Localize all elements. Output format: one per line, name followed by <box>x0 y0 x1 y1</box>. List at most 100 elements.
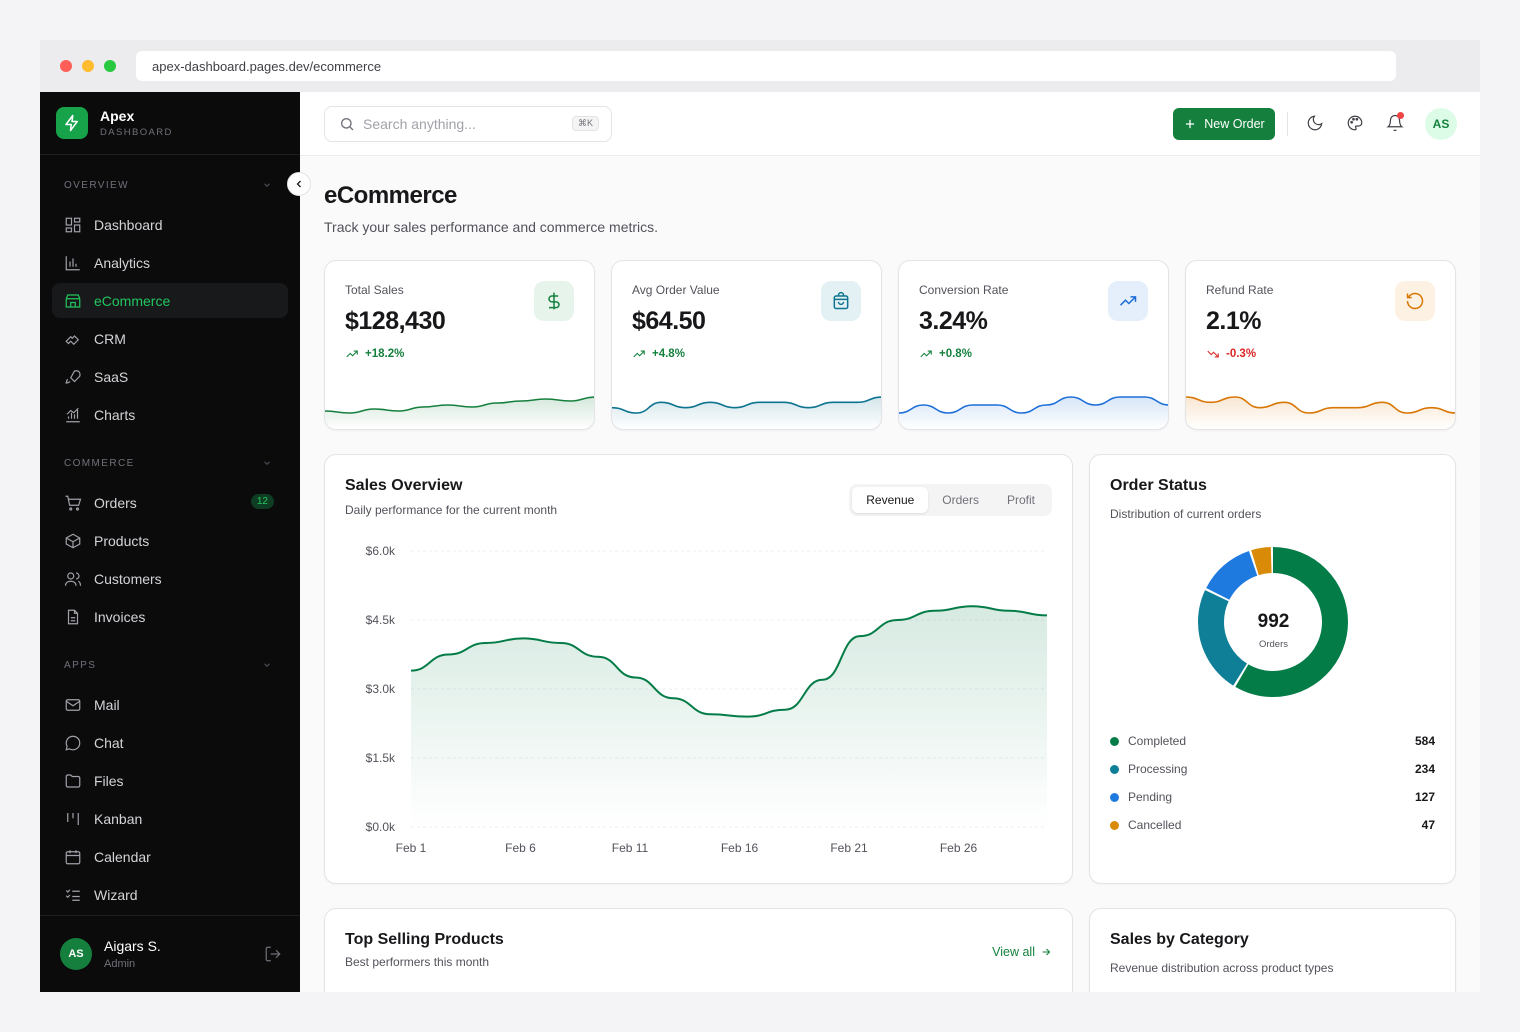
stat-change: +4.8% <box>632 347 685 361</box>
stat-icon-box <box>821 281 861 321</box>
sidebar-item-crm[interactable]: CRM <box>52 321 288 356</box>
trend-up-icon <box>633 350 645 358</box>
x-tick-label: Feb 21 <box>830 841 868 855</box>
sidebar-item-label: Chat <box>94 734 124 751</box>
sidebar-item-invoices[interactable]: Invoices <box>52 599 288 634</box>
section-title: APPS <box>64 659 97 671</box>
legend-label: Processing <box>1128 762 1188 776</box>
sidebar-item-ecommerce[interactable]: eCommerce <box>52 283 288 318</box>
bar-chart-icon <box>65 255 80 270</box>
store-icon <box>65 293 81 308</box>
arrow-right-icon <box>1042 948 1051 956</box>
sidebar-item-analytics[interactable]: Analytics <box>52 245 288 280</box>
stat-card-avg-order-value[interactable]: Avg Order Value $64.50 +4.8% <box>611 260 882 430</box>
moon-icon[interactable] <box>1306 114 1326 134</box>
x-tick-label: Feb 16 <box>721 841 759 855</box>
sidebar-item-customers[interactable]: Customers <box>52 561 288 596</box>
browser-chrome: apex-dashboard.pages.dev/ecommerce <box>40 40 1480 92</box>
sidebar-item-orders[interactable]: Orders 12 <box>52 485 288 520</box>
view-all-label: View all <box>992 945 1035 959</box>
sidebar-item-label: Files <box>94 772 124 789</box>
legend-item-cancelled: Cancelled 47 <box>1110 815 1435 835</box>
search-shortcut: ⌘K <box>571 116 599 131</box>
brand[interactable]: Apex DASHBOARD <box>40 92 300 155</box>
chevron-left-icon <box>296 180 301 188</box>
sales-area-chart: $6.0k $4.5k $3.0k $1.5k $0.0kFeb 1 Feb 6 Feb 1… <box>366 544 1048 855</box>
sidebar-item-charts[interactable]: Charts <box>52 397 288 432</box>
sidebar-item-label: eCommerce <box>94 292 171 309</box>
new-order-button[interactable]: New Order <box>1173 108 1275 140</box>
stat-card-refund-rate[interactable]: Refund Rate 2.1% -0.3% <box>1185 260 1456 430</box>
stat-icon-box <box>1108 281 1148 321</box>
bell-icon[interactable] <box>1386 112 1406 134</box>
browser-window: apex-dashboard.pages.dev/ecommerce Apex … <box>40 40 1480 992</box>
sidebar-nav: OVERVIEW Dashboard Analytics eCommerce C… <box>40 155 300 915</box>
calendar-icon <box>65 849 81 864</box>
handshake-icon <box>65 334 80 345</box>
legend-dot <box>1110 792 1119 802</box>
section-title: OVERVIEW <box>64 179 129 191</box>
sidebar-item-wizard[interactable]: Wizard <box>52 877 288 912</box>
sidebar-item-saas[interactable]: SaaS <box>52 359 288 394</box>
section-title: COMMERCE <box>64 457 135 469</box>
sparkline <box>325 396 594 429</box>
notification-dot <box>1397 112 1404 119</box>
sidebar-item-calendar[interactable]: Calendar <box>52 839 288 874</box>
chevron-down-icon <box>264 461 270 465</box>
view-all-link[interactable]: View all <box>992 945 1052 959</box>
maximize-window-dot[interactable] <box>104 60 116 72</box>
sidebar-item-products[interactable]: Products <box>52 523 288 558</box>
order-status-card: Order Status Distribution of current ord… <box>1089 454 1456 884</box>
order-status-donut <box>1198 547 1348 697</box>
section-commerce[interactable]: COMMERCE <box>40 444 300 482</box>
sidebar-item-mail[interactable]: Mail <box>52 687 288 722</box>
top-products-title: Top Selling Products <box>345 931 504 948</box>
refresh-icon <box>1406 292 1424 310</box>
stat-icon-box <box>1395 281 1435 321</box>
search-box[interactable]: Search anything... ⌘K <box>324 106 612 142</box>
stat-card-total-sales[interactable]: Total Sales $128,430 +18.2% <box>324 260 595 430</box>
sparkline-area <box>325 397 594 429</box>
legend-label: Pending <box>1128 790 1173 804</box>
dollar-icon <box>548 292 560 310</box>
close-window-dot[interactable] <box>60 60 72 72</box>
section-apps[interactable]: APPS <box>40 646 300 684</box>
palette-icon[interactable] <box>1346 114 1366 134</box>
stat-value: $64.50 <box>632 307 706 335</box>
user-avatar[interactable]: AS <box>60 938 92 970</box>
stat-value: 3.24% <box>919 307 988 335</box>
sidebar-item-label: Charts <box>94 406 136 423</box>
users-icon <box>64 571 82 586</box>
sparkline <box>1186 396 1455 429</box>
section-overview[interactable]: OVERVIEW <box>40 166 300 204</box>
donut-total: 992 <box>1257 611 1290 632</box>
sidebar-item-dashboard[interactable]: Dashboard <box>52 207 288 242</box>
stat-card-conversion-rate[interactable]: Conversion Rate 3.24% +0.8% <box>898 260 1169 430</box>
sidebar-item-chat[interactable]: Chat <box>52 725 288 760</box>
app-root: Apex DASHBOARD OVERVIEW Dashboard Analyt… <box>40 92 1480 992</box>
legend-item-pending: Pending 127 <box>1110 787 1435 807</box>
sidebar-item-files[interactable]: Files <box>52 763 288 798</box>
chart-icon <box>66 407 80 422</box>
stat-label: Conversion Rate <box>919 283 1009 297</box>
sidebar-item-label: Orders <box>94 494 137 511</box>
minimize-window-dot[interactable] <box>82 60 94 72</box>
stat-change: +0.8% <box>919 347 972 361</box>
legend-count: 127 <box>1414 790 1435 804</box>
kanban-icon <box>67 812 79 825</box>
sidebar-item-label: Products <box>94 532 150 549</box>
donut-total-label: Orders <box>1258 639 1289 650</box>
logout-icon[interactable] <box>264 945 282 968</box>
top-products-card: Top Selling Products Best performers thi… <box>324 908 1073 992</box>
top-products-subtitle: Best performers this month <box>345 955 490 969</box>
sidebar-item-label: Invoices <box>94 608 146 625</box>
sidebar-item-label: Wizard <box>94 886 138 903</box>
bag-icon <box>833 291 849 310</box>
top-avatar[interactable]: AS <box>1425 108 1457 140</box>
sparkline <box>612 396 881 429</box>
collapse-sidebar-button[interactable] <box>287 172 311 196</box>
stat-icon-box <box>534 281 574 321</box>
sidebar-item-kanban[interactable]: Kanban <box>52 801 288 836</box>
address-bar[interactable]: apex-dashboard.pages.dev/ecommerce <box>136 51 1396 81</box>
folder-icon <box>65 773 81 788</box>
